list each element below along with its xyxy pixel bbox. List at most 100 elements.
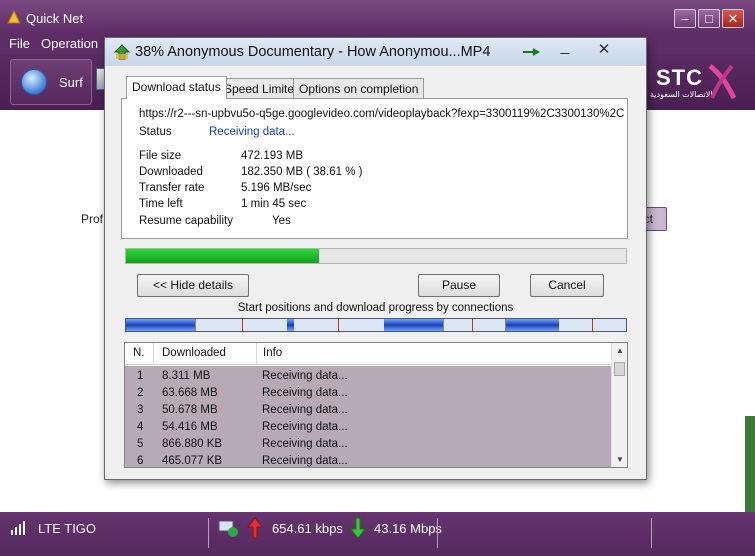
scroll-down-arrow-icon[interactable]: ▼: [615, 455, 625, 464]
time-left-value: 1 min 45 sec: [241, 198, 307, 210]
profile-label: Prof: [81, 212, 104, 226]
quicknet-logo-icon: [7, 9, 21, 24]
row-info: Receiving data...: [262, 455, 348, 467]
row-number: 6: [137, 455, 144, 467]
downloaded-value: 182.350 MB ( 38.61 % ): [241, 166, 363, 178]
stc-logo-text: STC: [656, 65, 703, 90]
connections-progress-bar: [125, 318, 627, 332]
idm-app-icon: [113, 44, 131, 60]
tab-options-on-completion[interactable]: Options on completion: [293, 78, 425, 99]
connection-start-marker: [338, 319, 339, 331]
table-scrollbar[interactable]: ▲ ▼: [611, 343, 627, 467]
status-label: Status: [139, 126, 172, 138]
cancel-button[interactable]: Cancel: [530, 274, 604, 297]
transfer-rate-value: 5.196 MB/sec: [241, 182, 312, 194]
hide-details-button[interactable]: << Hide details: [137, 274, 249, 297]
connection-segment: [126, 319, 195, 331]
status-value: Receiving data...: [209, 126, 295, 138]
download-status-panel: https://r2---sn-upbvu5o-q5ge.googlevideo…: [121, 98, 628, 239]
row-downloaded: 50.678 MB: [162, 404, 218, 416]
download-arrow-icon: [350, 517, 366, 539]
status-separator: [651, 518, 652, 548]
row-downloaded: 8.311 MB: [162, 370, 211, 382]
host-window-title: Quick Net: [26, 11, 84, 26]
download-speed: 43.16 Mbps: [374, 521, 442, 536]
dialog-title-bar: 38% Anonymous Documentary - How Anonymou…: [105, 38, 646, 66]
row-number: 5: [137, 438, 144, 450]
stc-logo: STC الاتصالات السعودية: [648, 60, 738, 104]
time-left-label: Time left: [139, 198, 183, 210]
tab-download-status[interactable]: Download status: [126, 76, 227, 99]
row-number: 2: [137, 387, 144, 399]
dialog-minimize-button[interactable]: _: [552, 39, 578, 59]
downloaded-label: Downloaded: [139, 166, 203, 178]
column-header-downloaded[interactable]: Downloaded: [162, 347, 226, 359]
network-adapter-icon: [218, 520, 238, 537]
connections-table[interactable]: N. Downloaded Info 1 8.311 MB Receiving …: [124, 342, 628, 468]
host-minimize-button[interactable]: –: [674, 9, 696, 28]
background-window-edge: [745, 416, 755, 512]
table-row[interactable]: 4 54.416 MB Receiving data...: [125, 419, 611, 436]
connection-start-marker: [242, 319, 243, 331]
dialog-close-button[interactable]: ✕: [584, 41, 624, 59]
stc-swoosh-icon: [708, 64, 737, 100]
connection-segment: [287, 319, 294, 331]
row-info: Receiving data...: [262, 438, 348, 450]
row-downloaded: 63.668 MB: [162, 387, 218, 399]
row-number: 1: [137, 370, 144, 382]
row-number: 4: [137, 421, 144, 433]
row-downloaded: 54.416 MB: [162, 421, 218, 433]
file-size-value: 472.193 MB: [241, 150, 304, 162]
row-number: 3: [137, 404, 144, 416]
menu-file[interactable]: File: [9, 36, 30, 51]
stc-logo-subtitle: الاتصالات السعودية: [650, 90, 713, 99]
table-row[interactable]: 1 8.311 MB Receiving data...: [125, 368, 611, 385]
status-separator: [208, 518, 209, 548]
download-progress-bar: [125, 248, 627, 264]
table-row[interactable]: 3 50.678 MB Receiving data...: [125, 402, 611, 419]
table-body: 1 8.311 MB Receiving data... 2 63.668 MB…: [125, 366, 611, 467]
row-info: Receiving data...: [262, 404, 348, 416]
upload-speed: 654.61 kbps: [272, 521, 343, 536]
connection-start-marker: [472, 319, 473, 331]
tab-speed-limiter[interactable]: Speed Limiter: [218, 78, 305, 99]
surf-button[interactable]: Surf: [10, 59, 92, 105]
column-header-info[interactable]: Info: [263, 347, 282, 359]
transfer-rate-label: Transfer rate: [139, 182, 205, 194]
column-divider[interactable]: [256, 343, 257, 365]
download-progress-dialog: 38% Anonymous Documentary - How Anonymou…: [104, 37, 647, 480]
download-url: https://r2---sn-upbvu5o-q5ge.googlevideo…: [139, 108, 624, 120]
signal-bars-icon: [11, 521, 25, 535]
column-header-number[interactable]: N.: [133, 347, 145, 359]
row-info: Receiving data...: [262, 387, 348, 399]
host-close-button[interactable]: ✕: [722, 9, 744, 28]
download-progress-fill: [126, 249, 320, 263]
row-info: Receiving data...: [262, 370, 348, 382]
scroll-up-arrow-icon[interactable]: ▲: [615, 346, 625, 355]
scrollbar-thumb[interactable]: [614, 362, 625, 376]
row-downloaded: 465.077 KB: [162, 455, 223, 467]
table-row[interactable]: 6 465.077 KB Receiving data...: [125, 453, 611, 467]
status-separator: [437, 518, 438, 548]
column-divider[interactable]: [153, 343, 154, 365]
resume-capability-label: Resume capability: [139, 215, 233, 227]
resume-capability-value: Yes: [272, 215, 291, 227]
menu-operation[interactable]: Operation: [41, 36, 98, 51]
dialog-title: 38% Anonymous Documentary - How Anonymou…: [135, 44, 491, 60]
connection-start-marker: [592, 319, 593, 331]
host-title-bar: Quick Net – □ ✕: [0, 0, 755, 34]
connection-segment: [506, 319, 559, 331]
row-info: Receiving data...: [262, 421, 348, 433]
connection-divider: [443, 319, 444, 331]
row-downloaded: 866.880 KB: [162, 438, 223, 450]
host-status-bar: LTE TIGO 654.61 kbps 43.16 Mbps: [0, 512, 755, 556]
host-maximize-button[interactable]: □: [698, 9, 720, 28]
surf-label: Surf: [59, 75, 83, 90]
connection-segment: [384, 319, 443, 331]
connections-caption: Start positions and download progress by…: [237, 302, 514, 314]
table-row[interactable]: 5 866.880 KB Receiving data...: [125, 436, 611, 453]
pause-button[interactable]: Pause: [418, 274, 500, 297]
refresh-globe-icon: [21, 69, 47, 95]
connection-divider: [195, 319, 196, 331]
table-row[interactable]: 2 63.668 MB Receiving data...: [125, 385, 611, 402]
